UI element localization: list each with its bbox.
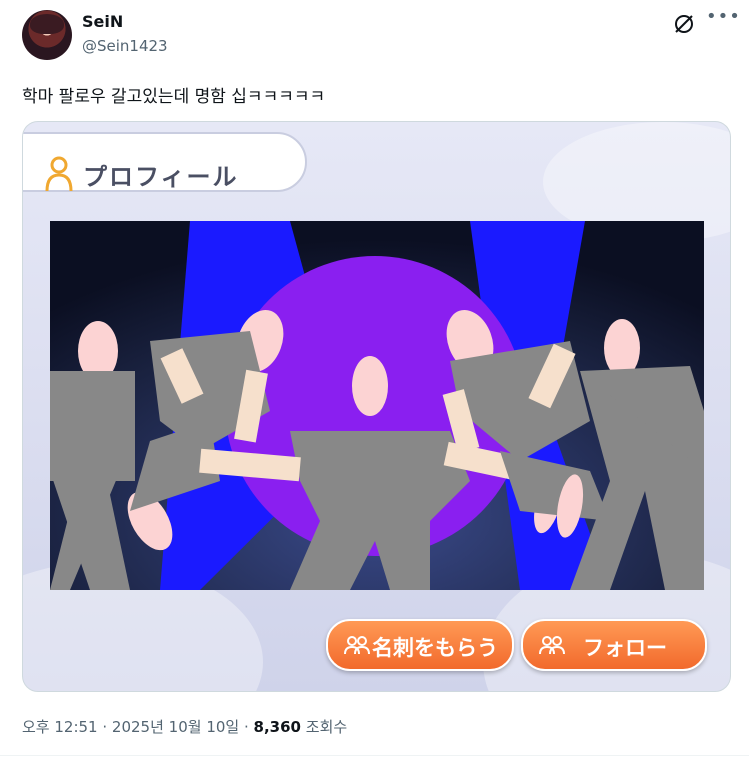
group-icon (539, 636, 565, 655)
tweet-time[interactable]: 오후 12:51 (22, 718, 98, 736)
tweet-media-image[interactable]: プロフィール 名刺をもらう フォロー (22, 121, 731, 692)
follow-label: フォロー (583, 636, 667, 660)
views-label: 조회수 (305, 718, 348, 736)
get-business-card-button[interactable]: 名刺をもらう (326, 619, 514, 671)
follow-button[interactable]: フォロー (521, 619, 707, 671)
divider (0, 755, 749, 756)
get-business-card-label: 名刺をもらう (372, 636, 498, 660)
meta-separator: · (97, 718, 112, 736)
meta-separator: · (239, 718, 254, 736)
tweet-text: 학마 팔로우 갈고있는데 명함 십ㅋㅋㅋㅋㅋ (22, 87, 326, 107)
author-avatar[interactable] (22, 10, 72, 60)
author-display-name[interactable]: SeiN (82, 12, 123, 31)
tweet-date[interactable]: 2025년 10월 10일 (112, 718, 239, 736)
profile-header: プロフィール (23, 132, 307, 192)
profile-card-image (50, 221, 704, 590)
views-count: 8,360 (253, 718, 301, 736)
group-icon (344, 636, 370, 655)
profile-title: プロフィール (83, 163, 239, 191)
tweet-meta: 오후 12:51 · 2025년 10월 10일 · 8,360 조회수 (22, 716, 347, 737)
grok-icon[interactable] (672, 12, 696, 36)
author-handle[interactable]: @Sein1423 (82, 37, 168, 55)
more-options-icon[interactable]: ••• (706, 6, 741, 27)
person-icon (45, 156, 73, 192)
